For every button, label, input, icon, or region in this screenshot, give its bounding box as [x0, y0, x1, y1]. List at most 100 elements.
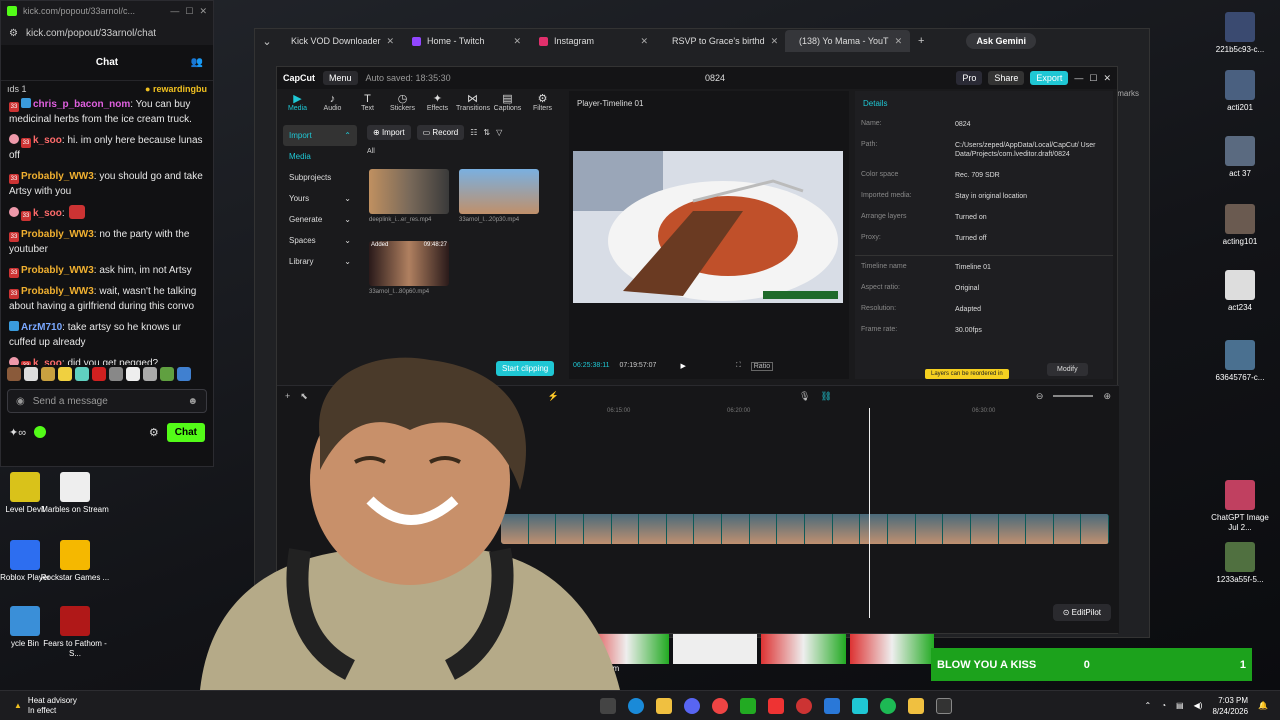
- kick-points-icon[interactable]: ✦∞: [9, 426, 26, 439]
- zoom-slider[interactable]: [1053, 395, 1094, 397]
- tool-tab-transitions[interactable]: ⋈ Transitions: [456, 91, 490, 121]
- site-settings-icon[interactable]: ⚙: [9, 28, 18, 39]
- emote-icon[interactable]: [24, 367, 38, 381]
- filter-icon[interactable]: ▽: [496, 128, 502, 137]
- sidebar-item-generate[interactable]: Generate ⌄: [283, 209, 357, 230]
- close-icon[interactable]: ✕: [1103, 73, 1111, 84]
- desktop-icon[interactable]: Fears to Fathom - S...: [40, 606, 110, 659]
- pro-button[interactable]: Pro: [956, 71, 983, 85]
- playhead[interactable]: [869, 408, 870, 618]
- browser-tab[interactable]: RSVP to Grace's birthd ✕: [658, 30, 783, 52]
- obs-icon[interactable]: [796, 697, 812, 714]
- sidebar-item-import[interactable]: Import ⌃: [283, 125, 357, 146]
- chat-username[interactable]: Probably_WW3: [21, 265, 94, 276]
- emote-icon[interactable]: [58, 367, 72, 381]
- emote-icon[interactable]: [109, 367, 123, 381]
- tool-tab-stickers[interactable]: ◷ Stickers: [386, 91, 419, 121]
- tab-close-icon[interactable]: ✕: [513, 36, 521, 47]
- tab-close-icon[interactable]: ✕: [387, 36, 395, 47]
- network-icon[interactable]: ▤: [1176, 701, 1184, 710]
- tool-tab-media[interactable]: ▶ Media: [281, 91, 314, 121]
- sidebar-item-subprojects[interactable]: Subprojects: [283, 167, 357, 188]
- capcut-taskbar-icon[interactable]: [936, 697, 952, 714]
- chat-username[interactable]: k_soo: [33, 208, 62, 219]
- chevron-up-icon[interactable]: ⌃: [1145, 701, 1152, 710]
- people-icon[interactable]: 👥: [191, 57, 203, 68]
- sort-icon[interactable]: ⇅: [483, 128, 490, 137]
- ratio-button[interactable]: Ratio: [750, 362, 774, 371]
- browser-tab[interactable]: (138) Yo Mama - YouT ✕: [785, 30, 910, 52]
- clock[interactable]: 7:03 PM 8/24/2026: [1212, 695, 1248, 717]
- browser-tab[interactable]: Kick VOD Downloader ✕: [277, 30, 402, 52]
- chat-username[interactable]: k_soo: [33, 358, 62, 365]
- emote-icon[interactable]: [41, 367, 55, 381]
- tab-list-icon[interactable]: ⌄: [259, 35, 275, 48]
- browser-tab[interactable]: Home - Twitch ✕: [404, 30, 529, 52]
- emote-icon[interactable]: [160, 367, 174, 381]
- desktop-icon[interactable]: ChatGPT Image Jul 2...: [1205, 480, 1275, 533]
- notification-bell-icon[interactable]: 🔔: [1258, 701, 1268, 710]
- share-button[interactable]: Share: [988, 71, 1025, 85]
- mic-icon[interactable]: 🎙: [799, 391, 810, 402]
- desktop-icon[interactable]: Rockstar Games ...: [40, 540, 110, 583]
- chat-username[interactable]: Probably_WW3: [21, 286, 94, 297]
- edge-icon[interactable]: [628, 697, 644, 714]
- sidebar-item-media[interactable]: Media: [283, 146, 357, 167]
- desktop-icon[interactable]: Marbles on Stream: [40, 472, 110, 515]
- kick-titlebar[interactable]: kick.com/popout/33arnol/c... — ☐ ✕: [1, 1, 213, 21]
- chat-username[interactable]: Probably_WW3: [21, 171, 94, 182]
- desktop-icon[interactable]: acti201: [1205, 70, 1275, 113]
- maximize-icon[interactable]: ☐: [1089, 73, 1097, 84]
- tool-tab-audio[interactable]: ♪ Audio: [316, 91, 349, 121]
- zoom-in-icon[interactable]: ⊕: [1103, 391, 1111, 402]
- weather-widget[interactable]: ▲ Heat advisory In effect: [0, 696, 77, 716]
- media-thumb[interactable]: deeplink_i...er_res.mp4: [369, 169, 449, 223]
- import-button[interactable]: ⊕ Import: [367, 125, 411, 140]
- tab-close-icon[interactable]: ✕: [640, 36, 648, 47]
- link-icon[interactable]: ⛓: [820, 391, 831, 402]
- emote-icon[interactable]: [143, 367, 157, 381]
- desktop-icon[interactable]: 1233a55f-5...: [1205, 542, 1275, 585]
- new-tab-icon[interactable]: +: [918, 35, 924, 47]
- minimize-icon[interactable]: —: [1074, 73, 1083, 83]
- app-icon[interactable]: [740, 697, 756, 714]
- tab-close-icon[interactable]: ✕: [771, 36, 779, 47]
- chat-username[interactable]: chris_p_bacon_nom: [33, 99, 130, 110]
- reward-user[interactable]: ● rewardingbu: [145, 84, 207, 94]
- close-icon[interactable]: ✕: [199, 6, 207, 17]
- desktop-icon[interactable]: 63645767-c...: [1205, 340, 1275, 383]
- tab-close-icon[interactable]: ✕: [895, 36, 903, 47]
- chat-username[interactable]: k_soo: [33, 135, 62, 146]
- emote-icon[interactable]: [126, 367, 140, 381]
- volume-icon[interactable]: ◀): [1194, 701, 1203, 710]
- sidebar-item-library[interactable]: Library ⌄: [283, 251, 357, 272]
- menu-button[interactable]: Menu: [323, 71, 358, 85]
- kick-k-icon[interactable]: [34, 426, 47, 438]
- media-thumb[interactable]: Added 09:48:27 33arnol_I...80p60.mp4: [369, 241, 449, 295]
- file-explorer-icon[interactable]: [656, 697, 672, 714]
- desktop-icon[interactable]: 221b5c93-c...: [1205, 12, 1275, 55]
- browser-tab[interactable]: Instagram ✕: [531, 30, 656, 52]
- spotify-icon[interactable]: [880, 697, 896, 714]
- tool-tab-text[interactable]: T Text: [351, 91, 384, 121]
- notes-icon[interactable]: [908, 697, 924, 714]
- desktop-icon[interactable]: act 37: [1205, 136, 1275, 179]
- minimize-icon[interactable]: —: [170, 6, 179, 16]
- maximize-icon[interactable]: ☐: [185, 6, 193, 17]
- tool-tab-effects[interactable]: ✦ Effects: [421, 91, 454, 121]
- record-button[interactable]: ▭ Record: [416, 125, 465, 140]
- play-icon[interactable]: ▶: [680, 362, 685, 371]
- tool-tab-filters[interactable]: ⚙ Filters: [526, 91, 559, 121]
- message-input[interactable]: ◉ Send a message ☻: [7, 389, 207, 413]
- modify-button[interactable]: Modify: [1047, 363, 1088, 376]
- emote-picker-icon[interactable]: ◉: [16, 396, 25, 407]
- fullscreen-icon[interactable]: ⛶: [736, 362, 741, 371]
- chat-username[interactable]: Probably_WW3: [21, 229, 94, 240]
- app-icon[interactable]: [852, 697, 868, 714]
- wifi-icon[interactable]: ◔: [1161, 701, 1166, 710]
- chat-username[interactable]: ArzM710: [21, 322, 62, 333]
- editpilot-button[interactable]: ⊙ EditPilot: [1052, 604, 1111, 621]
- export-button[interactable]: Export: [1030, 71, 1069, 85]
- tool-tab-captions[interactable]: ▤ Captions: [491, 91, 524, 121]
- emote-icon[interactable]: [75, 367, 89, 381]
